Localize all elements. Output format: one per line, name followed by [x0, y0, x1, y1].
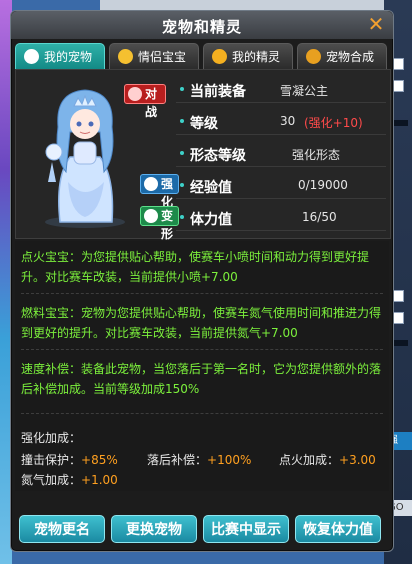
bullet-icon	[180, 151, 184, 155]
close-button[interactable]: ✕	[365, 13, 387, 35]
stat-row-stamina: 体力值 16/50	[176, 204, 386, 231]
rename-pet-button[interactable]: 宠物更名	[19, 515, 105, 543]
paw-icon	[144, 177, 158, 191]
pet-merge-icon	[306, 49, 321, 64]
tab-pet-merge[interactable]: 宠物合成	[297, 43, 387, 69]
bonus-label: 落后补偿：	[147, 453, 208, 467]
change-pet-button[interactable]: 更换宠物	[111, 515, 197, 543]
show-in-race-button[interactable]: 比赛中显示	[203, 515, 289, 543]
bonus-value: +1.00	[81, 473, 118, 487]
description-panel: 点火宝宝：为您提供贴心帮助，使赛车小喷时间和动力得到更好提升。对比赛车改装，当前…	[15, 241, 389, 491]
tab-my-sprite[interactable]: 我的精灵	[203, 43, 293, 69]
stat-row-level: 等级 30 (强化+10)	[176, 108, 386, 135]
tab-bar: 我的宠物 情侣宝宝 我的精灵 宠物合成	[15, 43, 389, 69]
refresh-icon	[144, 209, 158, 223]
stat-value: 16/50	[302, 210, 337, 224]
pet-window: 宠物和精灵 ✕ 我的宠物 情侣宝宝 我的精灵 宠物合成 对战 强化 变形 当前装…	[10, 10, 394, 552]
bonus-collision: 撞击保护：+85%	[21, 451, 118, 468]
morph-badge[interactable]: 变形	[140, 206, 180, 241]
bonus-ignition: 点火加成：+3.00	[279, 451, 376, 468]
bullet-icon	[180, 119, 184, 123]
pet-portrait	[45, 89, 125, 228]
stat-value: 0/19000	[298, 178, 348, 192]
action-bar: 宠物更名 更换宠物 比赛中显示 恢复体力值	[15, 511, 389, 545]
ignition-description: 点火宝宝：为您提供贴心帮助，使赛车小喷时间和动力得到更好提升。对比赛车改装，当前…	[21, 250, 370, 284]
stat-label: 当前装备	[190, 84, 246, 100]
tab-label: 情侣宝宝	[138, 50, 187, 64]
tab-label: 我的宠物	[44, 50, 93, 64]
bonus-nitro: 氮气加成：+1.00	[21, 471, 118, 488]
bonus-label: 点火加成：	[279, 453, 340, 467]
sprite-icon	[212, 49, 227, 64]
tab-label: 我的精灵	[232, 50, 281, 64]
bonus-catchup: 落后补偿：+100%	[147, 451, 251, 468]
pet-display: 对战 强化 变形	[20, 76, 180, 241]
stat-value: 雪凝公主	[280, 84, 329, 98]
bonus-value: +100%	[207, 453, 252, 467]
stat-value: 30	[280, 114, 296, 128]
stat-value: 强化形态	[292, 148, 341, 162]
speed-compensation-description: 速度补偿：装备此宠物，当您落后于第一名时，它为您提供额外的落后补偿加成。当前等级…	[21, 362, 382, 396]
stat-row-form: 形态等级 强化形态	[176, 140, 386, 167]
pet-info-panel: 对战 强化 变形 当前装备 雪凝公主 等级 30 (强化+10) 形态等级 强化…	[15, 69, 391, 241]
stat-extra: (强化+10)	[304, 116, 363, 130]
divider	[21, 293, 383, 294]
bonus-label: 撞击保护：	[21, 453, 82, 467]
strengthen-badge-label: 强化	[161, 177, 174, 209]
stat-row-equip: 当前装备 雪凝公主	[176, 76, 386, 103]
stat-label: 体力值	[190, 212, 232, 228]
battle-badge[interactable]: 对战	[124, 84, 166, 119]
tab-my-pet[interactable]: 我的宠物	[15, 43, 105, 69]
window-title: 宠物和精灵	[161, 18, 242, 36]
tab-label: 宠物合成	[326, 50, 375, 64]
restore-stamina-button[interactable]: 恢复体力值	[295, 515, 381, 543]
bonus-label: 氮气加成：	[21, 473, 82, 487]
bonus-title: 强化加成：	[21, 431, 82, 445]
divider	[21, 413, 383, 414]
battle-badge-label: 对战	[145, 87, 158, 119]
stat-label: 等级	[190, 116, 218, 132]
tab-couple-baby[interactable]: 情侣宝宝	[109, 43, 199, 69]
fuel-description: 燃料宝宝：宠物为您提供贴心帮助，使赛车氮气使用时间和推进力得到更好的提升。对比赛…	[21, 306, 382, 340]
bonus-value: +3.00	[339, 453, 376, 467]
bullet-icon	[180, 87, 184, 91]
bullet-icon	[180, 215, 184, 219]
stat-label: 形态等级	[190, 148, 246, 164]
stat-label: 经验值	[190, 180, 232, 196]
morph-badge-label: 变形	[161, 209, 174, 241]
bullet-icon	[180, 183, 184, 187]
bonus-value: +85%	[81, 453, 118, 467]
divider	[21, 349, 383, 350]
couple-baby-icon	[118, 49, 133, 64]
title-bar[interactable]: 宠物和精灵 ✕	[11, 11, 393, 39]
crossed-swords-icon	[128, 87, 142, 101]
stat-row-exp: 经验值 0/19000	[176, 172, 386, 199]
strengthen-badge[interactable]: 强化	[140, 174, 180, 209]
pet-icon	[24, 49, 39, 64]
